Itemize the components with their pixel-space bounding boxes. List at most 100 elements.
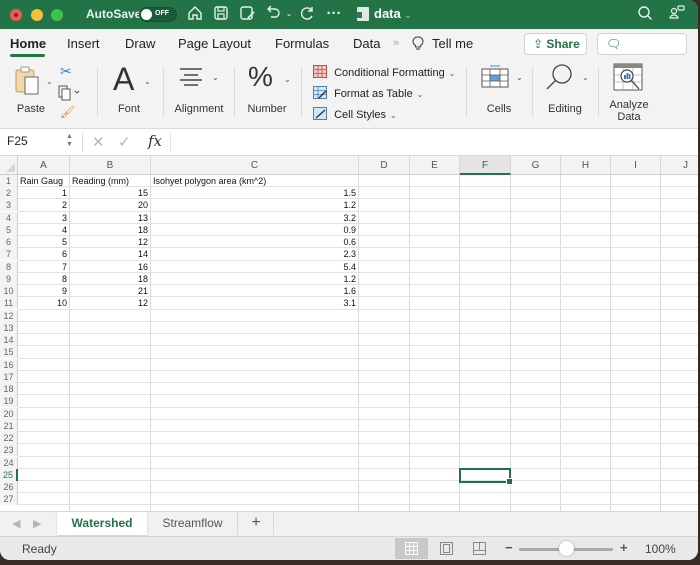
paste-button[interactable]: ⌄ Paste bbox=[10, 63, 53, 121]
row-header-23[interactable]: 23 bbox=[0, 444, 18, 457]
data-cell[interactable]: 7 bbox=[18, 261, 69, 273]
column-header-c[interactable]: C bbox=[151, 156, 359, 175]
data-cell[interactable]: 18 bbox=[70, 224, 150, 236]
redo-icon[interactable] bbox=[298, 5, 316, 23]
data-cell[interactable]: 9 bbox=[18, 285, 69, 297]
data-cell[interactable]: 0.9 bbox=[151, 224, 358, 236]
data-cell[interactable]: 0.6 bbox=[151, 236, 358, 248]
search-icon[interactable] bbox=[636, 5, 654, 23]
row-header-4[interactable]: 4 bbox=[0, 211, 18, 224]
column-header-e[interactable]: E bbox=[410, 156, 460, 175]
tab-formulas[interactable]: Formulas bbox=[275, 36, 329, 51]
row-header-22[interactable]: 22 bbox=[0, 432, 18, 445]
name-box[interactable]: F25 bbox=[7, 134, 28, 148]
editing-button[interactable]: ⌄ Editing bbox=[540, 63, 590, 121]
row-header-2[interactable]: 2 bbox=[0, 187, 18, 200]
normal-view-button[interactable] bbox=[395, 538, 428, 559]
cell-styles-button[interactable]: Cell Styles ⌄ bbox=[313, 107, 397, 121]
tab-page-layout[interactable]: Page Layout bbox=[178, 36, 251, 51]
conditional-formatting-button[interactable]: Conditional Formatting ⌄ bbox=[313, 65, 455, 79]
row-header-20[interactable]: 20 bbox=[0, 407, 18, 420]
header-cell[interactable]: Rain Gaug bbox=[18, 175, 70, 187]
row-header-9[interactable]: 9 bbox=[0, 272, 18, 285]
font-button[interactable]: A ⌄ Font bbox=[108, 61, 154, 121]
cancel-icon[interactable]: ✕ bbox=[92, 133, 105, 151]
row-header-6[interactable]: 6 bbox=[0, 236, 18, 249]
column-header-d[interactable]: D bbox=[359, 156, 410, 175]
save-as-icon[interactable] bbox=[238, 5, 256, 23]
data-cell[interactable]: 10 bbox=[18, 297, 69, 309]
column-header-b[interactable]: B bbox=[70, 156, 151, 175]
data-cell[interactable]: 3.2 bbox=[151, 212, 358, 224]
row-header-10[interactable]: 10 bbox=[0, 285, 18, 298]
data-cell[interactable]: 4 bbox=[18, 224, 69, 236]
data-cell[interactable]: 1 bbox=[18, 187, 69, 199]
data-cell[interactable]: 1.5 bbox=[151, 187, 358, 199]
sheet-tab-streamflow[interactable]: Streamflow bbox=[148, 512, 238, 535]
column-header-g[interactable]: G bbox=[511, 156, 561, 175]
data-cell[interactable]: 18 bbox=[70, 273, 150, 285]
data-cell[interactable]: 21 bbox=[70, 285, 150, 297]
column-header-h[interactable]: H bbox=[561, 156, 611, 175]
page-layout-view-button[interactable] bbox=[430, 538, 463, 559]
row-header-25[interactable]: 25 bbox=[0, 468, 18, 481]
insert-function-button[interactable]: fx bbox=[148, 132, 162, 150]
data-cell[interactable]: 20 bbox=[70, 199, 150, 211]
row-header-14[interactable]: 14 bbox=[0, 334, 18, 347]
previous-sheet-icon[interactable]: ◀ bbox=[12, 517, 20, 530]
enter-check-icon[interactable]: ✓ bbox=[118, 133, 131, 151]
number-button[interactable]: % ⌄ Number bbox=[242, 61, 292, 121]
tab-home[interactable]: Home bbox=[10, 36, 46, 51]
data-cell[interactable]: 14 bbox=[70, 248, 150, 260]
zoom-level[interactable]: 100% bbox=[645, 542, 676, 556]
comments-button[interactable]: 🗨 Comments bbox=[597, 33, 687, 71]
select-all-button[interactable] bbox=[0, 156, 18, 175]
zoom-in-button[interactable]: + bbox=[620, 540, 628, 555]
undo-icon[interactable] bbox=[264, 5, 282, 23]
zoom-out-button[interactable]: − bbox=[505, 540, 513, 555]
data-cell[interactable]: 2 bbox=[18, 199, 69, 211]
data-cell[interactable]: 12 bbox=[70, 297, 150, 309]
zoom-slider-thumb[interactable] bbox=[559, 541, 574, 556]
data-cell[interactable]: 1.2 bbox=[151, 199, 358, 211]
column-header-f[interactable]: F bbox=[460, 156, 511, 175]
minimize-window-button[interactable] bbox=[31, 9, 43, 21]
row-header-19[interactable]: 19 bbox=[0, 395, 18, 408]
row-header-8[interactable]: 8 bbox=[0, 260, 18, 273]
alignment-button[interactable]: ⌄ Alignment bbox=[170, 63, 230, 121]
row-header-13[interactable]: 13 bbox=[0, 321, 18, 334]
row-header-21[interactable]: 21 bbox=[0, 419, 18, 432]
format-as-table-button[interactable]: Format as Table ⌄ bbox=[313, 86, 423, 100]
sheet-tab-watershed[interactable]: Watershed bbox=[57, 512, 147, 535]
tell-me-search[interactable]: Tell me bbox=[432, 36, 473, 51]
data-cell[interactable]: 8 bbox=[18, 273, 69, 285]
collaborate-icon[interactable] bbox=[668, 5, 686, 23]
row-header-16[interactable]: 16 bbox=[0, 358, 18, 371]
data-cell[interactable]: 5 bbox=[18, 236, 69, 248]
cut-icon[interactable]: ✂ bbox=[60, 63, 72, 80]
header-cell[interactable]: Isohyet polygon area (km^2) bbox=[151, 175, 359, 187]
row-header-5[interactable]: 5 bbox=[0, 223, 18, 236]
copy-icon[interactable] bbox=[58, 85, 80, 106]
autosave-toggle[interactable]: OFF bbox=[139, 7, 177, 22]
maximize-window-button[interactable] bbox=[51, 9, 63, 21]
document-title[interactable]: data ⌄ bbox=[357, 6, 412, 21]
data-cell[interactable]: 13 bbox=[70, 212, 150, 224]
data-cell[interactable]: 2.3 bbox=[151, 248, 358, 260]
row-header-26[interactable]: 26 bbox=[0, 481, 18, 493]
data-cell[interactable]: 6 bbox=[18, 248, 69, 260]
row-header-7[interactable]: 7 bbox=[0, 248, 18, 261]
data-cell[interactable]: 1.6 bbox=[151, 285, 358, 297]
data-cell[interactable]: 1.2 bbox=[151, 273, 358, 285]
add-sheet-button[interactable]: + bbox=[239, 512, 274, 535]
page-break-view-button[interactable] bbox=[463, 538, 496, 559]
data-cell[interactable]: 16 bbox=[70, 261, 150, 273]
column-header-j[interactable]: J bbox=[661, 156, 698, 175]
data-cell[interactable]: 15 bbox=[70, 187, 150, 199]
name-box-stepper[interactable]: ▲ ▼ bbox=[66, 133, 73, 149]
row-header-1[interactable]: 1 bbox=[0, 175, 18, 187]
data-cell[interactable]: 5.4 bbox=[151, 261, 358, 273]
close-window-button[interactable] bbox=[10, 9, 22, 21]
data-cell[interactable]: 3 bbox=[18, 212, 69, 224]
format-painter-icon[interactable]: 🖌 bbox=[60, 105, 75, 119]
